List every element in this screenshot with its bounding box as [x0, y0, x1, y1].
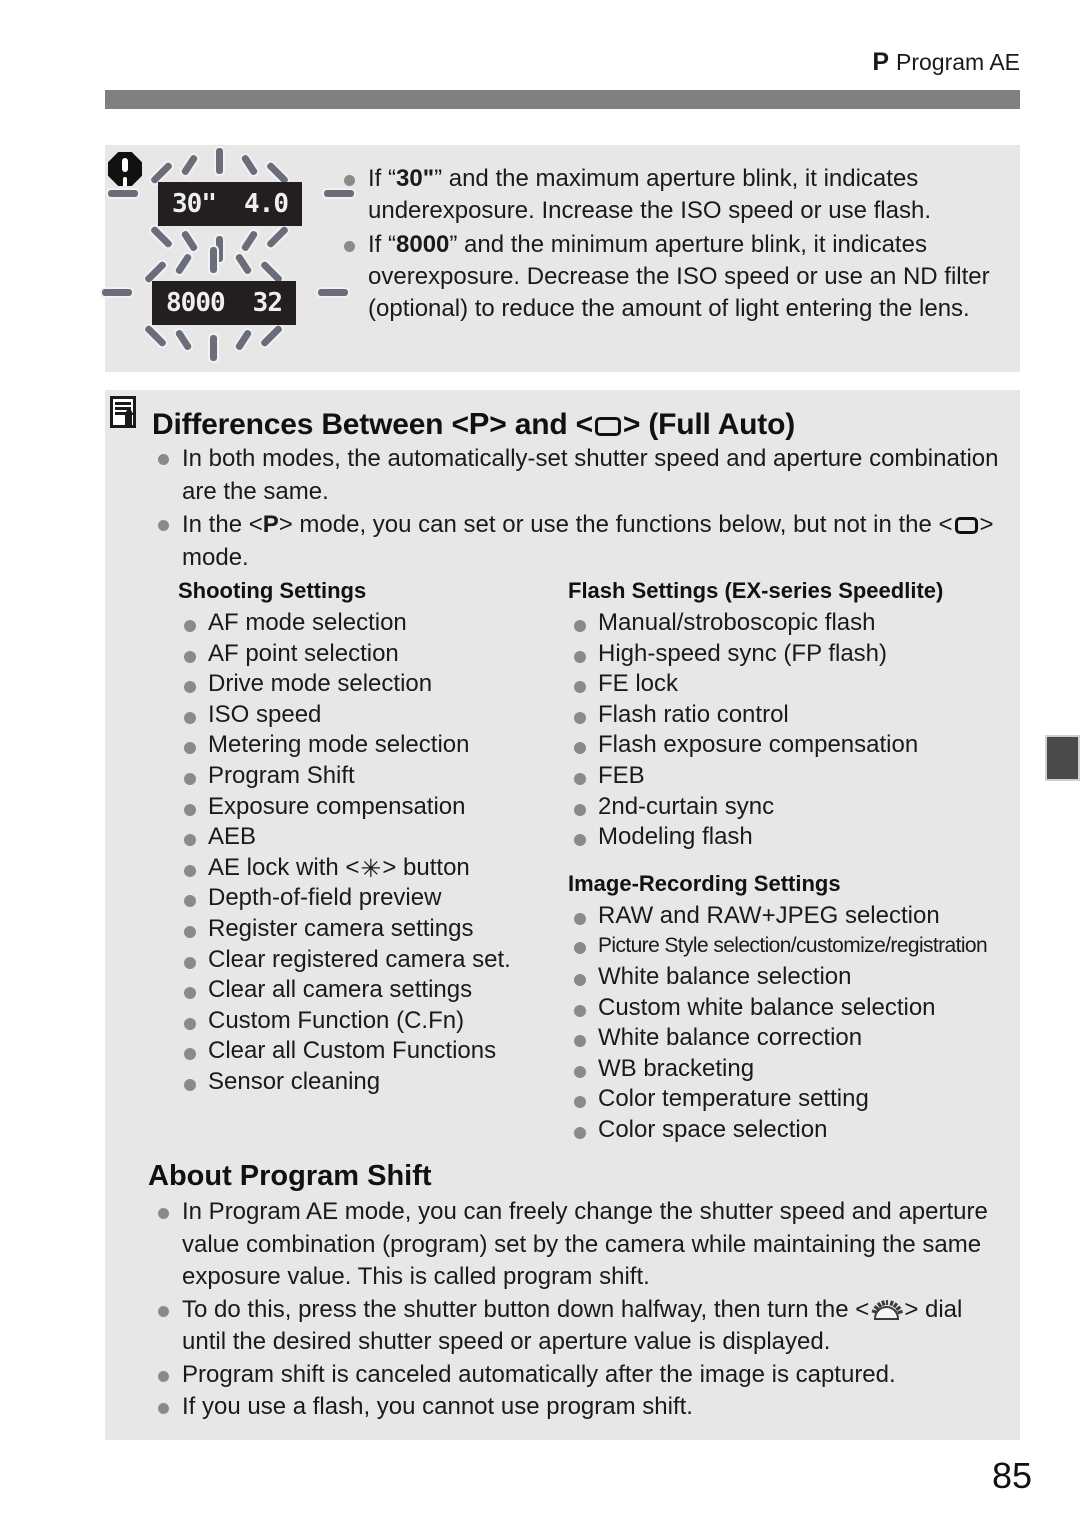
list-item: WB bracketing [568, 1054, 1013, 1085]
lcd1-shutter-value: 30" [172, 189, 217, 219]
note-pencil-icon [110, 396, 142, 434]
main-dial-icon [871, 1299, 903, 1320]
page-title-differences: Differences Between <P> and < > (Full Aut… [152, 406, 795, 441]
page-number: 85 [991, 1455, 1032, 1496]
lcd-display-overexposure: 8000 32 [102, 247, 348, 361]
warning-item-overexposure: If “8000” and the minimum aperture blink… [338, 229, 1010, 325]
list-item: High-speed sync (FP flash) [568, 639, 1013, 670]
list-item: ISO speed [178, 700, 568, 731]
list-item: Drive mode selection [178, 669, 568, 700]
lcd-display-underexposure: 30" 4.0 [108, 148, 354, 262]
list-item: White balance selection [568, 962, 1013, 993]
list-item: Picture Style selection/customize/regist… [568, 931, 1013, 962]
list-item: Manual/stroboscopic flash [568, 608, 1013, 639]
list-item: Modeling flash [568, 822, 1013, 853]
list-item: Clear all Custom Functions [178, 1036, 568, 1067]
list-item: Custom Function (C.Fn) [178, 1006, 568, 1037]
list-item: Depth-of-field preview [178, 883, 568, 914]
lcd1-aperture-value: 4.0 [244, 189, 289, 219]
list-item: Register camera settings [178, 914, 568, 945]
list-item: White balance correction [568, 1023, 1013, 1054]
list-item: Sensor cleaning [178, 1067, 568, 1098]
lcd2-aperture-value: 32 [252, 288, 283, 318]
list-item: FE lock [568, 669, 1013, 700]
warning-shutter-30: 30" [396, 165, 435, 192]
image-recording-settings-heading: Image-Recording Settings [568, 870, 841, 896]
running-header: P Program AE [105, 48, 1020, 77]
list-item: Program shift is canceled automatically … [152, 1359, 1012, 1392]
list-item: Color temperature setting [568, 1084, 1013, 1115]
warning-bullet-list: If “30"” and the maximum aperture blink,… [338, 163, 1010, 327]
program-shift-list: In Program AE mode, you can freely chang… [152, 1196, 1012, 1424]
list-item: Metering mode selection [178, 730, 568, 761]
lcd2-shutter-value: 8000 [166, 288, 226, 318]
flash-settings-list: Manual/stroboscopic flash High-speed syn… [568, 608, 1013, 853]
mode-p-glyph: P [468, 406, 490, 441]
flash-settings-heading: Flash Settings (EX-series Speedlite) [568, 578, 944, 603]
list-item: Color space selection [568, 1115, 1013, 1146]
flash-and-image-settings-column: Flash Settings (EX-series Speedlite) Man… [568, 578, 1013, 1146]
list-item: Flash ratio control [568, 700, 1013, 731]
full-auto-square-icon [954, 517, 978, 534]
list-item: Flash exposure compensation [568, 730, 1013, 761]
shooting-settings-column: Shooting Settings AF mode selection AF p… [178, 578, 568, 1098]
list-item: AEB [178, 822, 568, 853]
list-item-ae-lock: AE lock with <✳> button [178, 853, 568, 884]
list-item: RAW and RAW+JPEG selection [568, 901, 1013, 932]
list-item: In Program AE mode, you can freely chang… [152, 1196, 1012, 1294]
shooting-settings-heading: Shooting Settings [178, 578, 367, 603]
shooting-settings-list: AF mode selection AF point selection Dri… [178, 608, 568, 1098]
header-title: Program AE [896, 49, 1020, 75]
list-item: 2nd-curtain sync [568, 792, 1013, 823]
warning-shutter-8000: 8000 [396, 231, 450, 258]
intro-item-p-mode-functions: In the <P> mode, you can set or use the … [152, 508, 1002, 574]
differences-intro-list: In both modes, the automatically-set shu… [152, 442, 1002, 574]
list-item: Clear all camera settings [178, 975, 568, 1006]
list-item: Custom white balance selection [568, 993, 1013, 1024]
ae-lock-star-icon: ✳ [360, 854, 382, 883]
chapter-edge-tab [1045, 735, 1080, 781]
warning-item-underexposure: If “30"” and the maximum aperture blink,… [338, 163, 1010, 227]
intro-item-same-combination: In both modes, the automatically-set shu… [152, 442, 1002, 508]
list-item: Program Shift [178, 761, 568, 792]
list-item: If you use a flash, you cannot use progr… [152, 1391, 1012, 1424]
mode-p-glyph: P [262, 511, 279, 538]
page-title-about-program-shift: About Program Shift [148, 1160, 432, 1192]
list-item: FEB [568, 761, 1013, 792]
list-item: Clear registered camera set. [178, 945, 568, 976]
list-item: AF point selection [178, 639, 568, 670]
image-recording-settings-list: RAW and RAW+JPEG selection Picture Style… [568, 901, 1013, 1146]
list-item: AF mode selection [178, 608, 568, 639]
list-item-turn-dial: To do this, press the shutter button dow… [152, 1294, 1012, 1359]
list-item: Exposure compensation [178, 792, 568, 823]
header-rule [105, 90, 1020, 109]
header-mode-symbol: P [872, 48, 890, 76]
full-auto-square-icon [594, 417, 621, 436]
